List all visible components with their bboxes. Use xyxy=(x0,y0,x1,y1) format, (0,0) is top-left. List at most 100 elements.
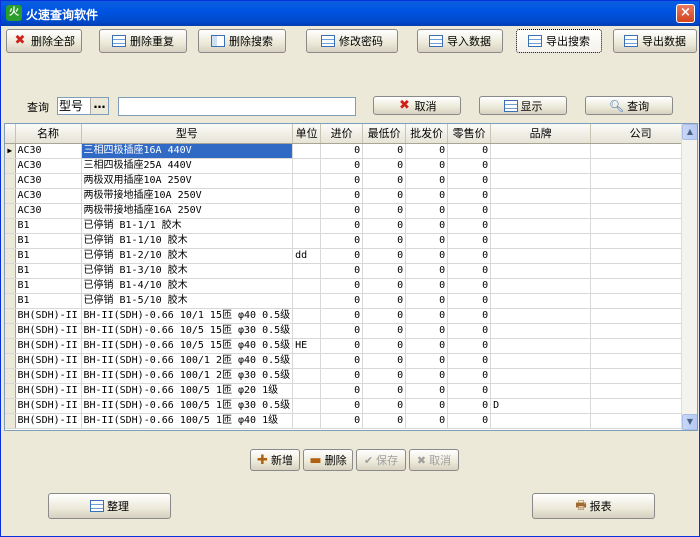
table-cell[interactable] xyxy=(590,383,692,399)
column-header[interactable]: 零售价 xyxy=(447,124,492,144)
table-cell[interactable]: 0 xyxy=(320,353,364,369)
table-cell[interactable] xyxy=(292,233,322,249)
table-cell[interactable]: 0 xyxy=(447,383,492,399)
table-cell[interactable]: 0 xyxy=(362,143,407,159)
row-indicator[interactable] xyxy=(5,173,16,189)
table-cell[interactable]: 0 xyxy=(320,143,364,159)
table-cell[interactable] xyxy=(590,338,692,354)
table-cell[interactable]: 0 xyxy=(447,398,492,414)
table-cell[interactable]: 0 xyxy=(362,173,407,189)
report-button[interactable]: 🖶 报表 xyxy=(532,493,655,519)
table-row[interactable]: BH(SDH)-II BH-II(SDH)-0.66 100/1 2匝 φ40 0… xyxy=(5,353,692,369)
table-row[interactable]: AC30 两极双用插座10A 250V 0 0 0 0 xyxy=(5,173,692,189)
table-cell[interactable]: 0 xyxy=(362,218,407,234)
table-cell[interactable]: 0 xyxy=(362,248,407,264)
column-header[interactable]: 公司 xyxy=(590,124,692,144)
table-cell[interactable] xyxy=(590,353,692,369)
table-cell[interactable]: BH(SDH)-II xyxy=(15,323,82,339)
table-cell[interactable]: 0 xyxy=(447,248,492,264)
table-cell[interactable] xyxy=(292,143,322,159)
table-cell[interactable]: 已停销 B1-1/1 胶木 xyxy=(81,218,294,234)
show-button[interactable]: 显示 xyxy=(479,96,567,115)
table-row[interactable]: B1 已停销 B1-1/10 胶木 0 0 0 0 xyxy=(5,233,692,249)
delete-duplicates-button[interactable]: 删除重复 xyxy=(99,29,187,53)
table-row[interactable]: BH(SDH)-II BH-II(SDH)-0.66 10/5 15匝 φ30 0… xyxy=(5,323,692,339)
row-indicator[interactable] xyxy=(5,413,16,429)
table-cell[interactable]: BH(SDH)-II xyxy=(15,398,82,414)
table-cell[interactable] xyxy=(590,323,692,339)
table-cell[interactable] xyxy=(490,263,592,279)
table-cell[interactable] xyxy=(490,248,592,264)
table-cell[interactable] xyxy=(490,218,592,234)
table-cell[interactable]: 0 xyxy=(447,368,492,384)
table-cell[interactable] xyxy=(292,218,322,234)
table-cell[interactable] xyxy=(590,248,692,264)
table-cell[interactable] xyxy=(490,188,592,204)
table-cell[interactable] xyxy=(490,278,592,294)
column-header[interactable]: 最低价 xyxy=(362,124,407,144)
table-cell[interactable] xyxy=(292,188,322,204)
table-cell[interactable]: B1 xyxy=(15,218,82,234)
table-cell[interactable]: 0 xyxy=(362,263,407,279)
table-cell[interactable]: 0 xyxy=(320,338,364,354)
table-cell[interactable]: 0 xyxy=(405,368,449,384)
table-cell[interactable] xyxy=(292,278,322,294)
table-cell[interactable] xyxy=(490,338,592,354)
table-row[interactable]: AC30 两极带接地插座16A 250V 0 0 0 0 xyxy=(5,203,692,219)
table-cell[interactable]: 0 xyxy=(405,383,449,399)
table-cell[interactable]: 0 xyxy=(320,293,364,309)
table-cell[interactable]: AC30 xyxy=(15,143,82,159)
table-cell[interactable] xyxy=(590,263,692,279)
table-cell[interactable]: 0 xyxy=(405,248,449,264)
table-cell[interactable]: 0 xyxy=(320,368,364,384)
table-row[interactable]: BH(SDH)-II BH-II(SDH)-0.66 10/1 15匝 φ40 0… xyxy=(5,308,692,324)
table-cell[interactable]: 0 xyxy=(405,308,449,324)
table-cell[interactable]: 0 xyxy=(405,278,449,294)
table-cell[interactable] xyxy=(590,368,692,384)
table-cell[interactable]: BH-II(SDH)-0.66 10/5 15匝 φ30 0.5级 xyxy=(81,323,294,339)
table-cell[interactable]: 0 xyxy=(320,203,364,219)
table-cell[interactable]: dd xyxy=(292,248,322,264)
table-cell[interactable]: 0 xyxy=(362,233,407,249)
table-cell[interactable] xyxy=(292,413,322,429)
row-indicator[interactable] xyxy=(5,203,16,219)
table-cell[interactable]: 0 xyxy=(405,233,449,249)
table-cell[interactable]: 0 xyxy=(320,263,364,279)
table-cell[interactable] xyxy=(590,308,692,324)
table-cell[interactable]: 0 xyxy=(405,158,449,174)
table-cell[interactable]: AC30 xyxy=(15,158,82,174)
table-cell[interactable] xyxy=(490,233,592,249)
table-cell[interactable] xyxy=(590,278,692,294)
table-cell[interactable]: B1 xyxy=(15,263,82,279)
table-cell[interactable]: 0 xyxy=(362,413,407,429)
table-cell[interactable]: 0 xyxy=(362,188,407,204)
table-cell[interactable]: BH-II(SDH)-0.66 100/1 2匝 φ40 0.5级 xyxy=(81,353,294,369)
table-cell[interactable]: B1 xyxy=(15,278,82,294)
table-cell[interactable]: BH-II(SDH)-0.66 100/5 1匝 φ40 1级 xyxy=(81,413,294,429)
column-header[interactable]: 单位 xyxy=(292,124,322,144)
table-cell[interactable]: 0 xyxy=(447,353,492,369)
table-cell[interactable] xyxy=(490,173,592,189)
table-cell[interactable] xyxy=(590,173,692,189)
column-header[interactable]: 型号 xyxy=(81,124,294,144)
table-cell[interactable]: B1 xyxy=(15,233,82,249)
table-cell[interactable]: 0 xyxy=(320,278,364,294)
table-cell[interactable]: 0 xyxy=(362,158,407,174)
search-button[interactable]: 🔍︎ 查询 xyxy=(585,96,673,115)
row-indicator[interactable] xyxy=(5,233,16,249)
table-cell[interactable]: 0 xyxy=(405,413,449,429)
table-cell[interactable] xyxy=(490,143,592,159)
table-row[interactable]: BH(SDH)-II BH-II(SDH)-0.66 100/5 1匝 φ20 1… xyxy=(5,383,692,399)
table-cell[interactable]: 0 xyxy=(320,188,364,204)
table-cell[interactable]: 0 xyxy=(320,413,364,429)
table-cell[interactable] xyxy=(292,308,322,324)
table-cell[interactable]: 0 xyxy=(362,353,407,369)
table-cell[interactable]: 0 xyxy=(320,173,364,189)
table-row[interactable]: B1 已停销 B1-4/10 胶木 0 0 0 0 xyxy=(5,278,692,294)
table-cell[interactable] xyxy=(590,158,692,174)
table-cell[interactable] xyxy=(490,368,592,384)
column-header[interactable]: 品牌 xyxy=(490,124,592,144)
column-header[interactable]: 批发价 xyxy=(405,124,449,144)
scroll-down-icon[interactable]: ▼ xyxy=(682,414,697,430)
table-cell[interactable]: 两极双用插座10A 250V xyxy=(81,173,294,189)
